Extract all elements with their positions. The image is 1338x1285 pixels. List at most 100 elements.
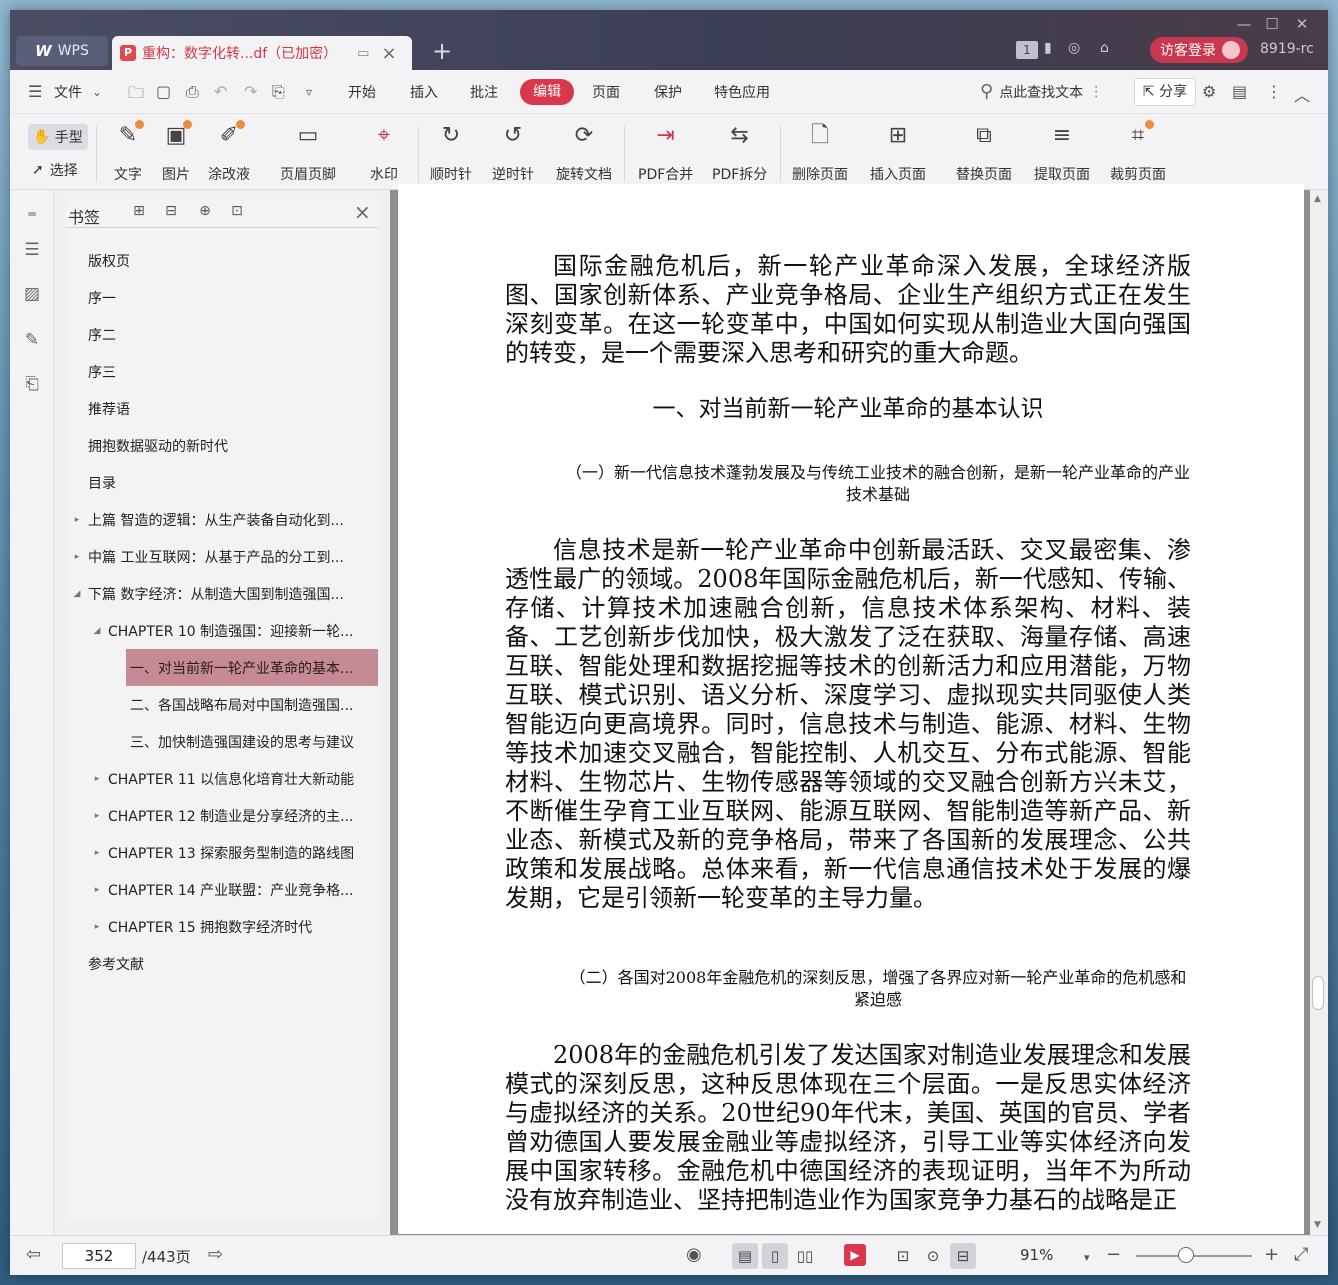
close-panel-icon[interactable]: × [354,200,371,224]
crop-page-tool[interactable]: ⌗ 裁剪页面 [1110,120,1166,184]
pdf-split-tool[interactable]: ⇆ PDF拆分 [712,120,767,184]
bookmark-item[interactable]: 版权页 [66,242,378,279]
expand-all-icon[interactable]: ⊞ [130,202,148,220]
menu-page[interactable]: 页面 [592,82,620,102]
insert-page-tool[interactable]: ⊞ 插入页面 [870,120,926,184]
bookmark-item[interactable]: ▸ 上篇 智造的逻辑：从生产装备自动化到... [66,501,378,538]
watermark-tool[interactable]: ⌖ 水印 [368,120,400,184]
bookmark-item[interactable]: ▸ CHAPTER 14 产业联盟：产业竞争格... [66,871,378,908]
window-count-badge[interactable]: 1 [1016,41,1038,59]
scrollbar-thumb[interactable] [1312,976,1324,1010]
bookmark-item[interactable]: ▸ CHAPTER 11 以信息化培育壮大新动能 [66,760,378,797]
two-page-view-icon[interactable]: ▯▯ [792,1243,818,1269]
search-more-icon[interactable]: ⋮ [1089,84,1103,100]
tab-document[interactable]: P 重构：数字化转...df（已加密） ▭ × [112,36,412,70]
guest-login-button[interactable]: 访客登录 [1150,37,1248,63]
zoom-dropdown-icon[interactable]: ▾ [1084,1248,1090,1268]
bookmark-item[interactable]: ▸ 中篇 工业互联网：从基于产品的分工到... [66,538,378,575]
bookmark-item[interactable]: ▸ CHAPTER 15 拥抱数字经济时代 [66,908,378,945]
actual-size-icon[interactable]: ⊡ [890,1243,916,1269]
export-icon[interactable]: ⎘ [272,82,285,102]
collapse-arrow-icon[interactable]: ◢ [72,589,82,599]
collapse-all-icon[interactable]: ⊟ [162,202,180,220]
bookmark-item[interactable]: ▸ CHAPTER 12 制造业是分享经济的主... [66,797,378,834]
delete-page-tool[interactable]: 🗋 删除页面 [792,120,848,184]
vertical-scrollbar[interactable]: ▲ ▼ [1310,190,1328,1235]
menu-file[interactable]: 文件 [54,82,82,102]
collapse-ribbon-icon[interactable]: ︿ [1294,82,1310,106]
play-slideshow-icon[interactable]: ▶ [844,1244,866,1266]
bookmark-item-selected[interactable]: 一、对当前新一轮产业革命的基本... [126,649,378,686]
rotate-document-tool[interactable]: ⟳ 旋转文档 [556,120,612,184]
pdf-merge-tool[interactable]: ⇥ PDF合并 [638,120,693,184]
single-page-view-icon[interactable]: ▯ [762,1243,788,1269]
zoom-level[interactable]: 91% [1020,1246,1053,1264]
expand-arrow-icon[interactable]: ▸ [92,774,102,784]
fit-width-icon[interactable]: ⊟ [950,1243,976,1269]
bookmark-item[interactable]: ◢ 下篇 数字经济：从制造大国到制造强国... [66,575,378,612]
zoom-out-icon[interactable]: − [1106,1245,1121,1265]
open-folder-icon[interactable]: 🗀 [128,82,144,109]
fit-page-icon[interactable]: ⊙ [920,1243,946,1269]
expand-arrow-icon[interactable]: ▸ [92,811,102,821]
bookmark-item[interactable]: 序三 [66,353,378,390]
bookmark-item[interactable]: 拥抱数据驱动的新时代 [66,427,378,464]
pin-icon[interactable]: ▮ [1044,40,1052,56]
attachment-icon[interactable]: ⎗ [22,374,42,394]
expand-arrow-icon[interactable]: ▸ [72,552,82,562]
rotate-counterclockwise-tool[interactable]: ↺ 逆时针 [492,120,534,184]
more-vertical-icon[interactable]: ⋮ [1266,82,1282,101]
header-footer-tool[interactable]: ▭ 页眉页脚 [280,120,336,184]
bookmark-item[interactable]: 参考文献 [66,945,378,982]
expand-arrow-icon[interactable]: ▸ [92,922,102,932]
document-viewport[interactable]: 国际金融危机后，新一轮产业革命深入发展，全球经济版图、国家创新体系、产业竞争格局… [390,184,1328,1235]
thumbnail-icon[interactable]: ▨ [22,284,42,304]
continuous-view-icon[interactable]: ▤ [732,1243,758,1269]
select-tool-button[interactable]: ➚ 选择 [32,160,78,180]
skin-icon[interactable]: ◎ [1068,40,1080,56]
bookmark-item[interactable]: 三、加快制造强国建设的思考与建议 [66,723,378,760]
new-tab-icon[interactable]: + [432,38,452,64]
message-icon[interactable]: ▤ [1232,82,1247,101]
zoom-slider-track[interactable] [1136,1255,1252,1257]
undo-icon[interactable]: ↶ [214,82,227,101]
drag-handle-icon[interactable]: ═ [22,204,42,224]
scroll-down-icon[interactable]: ▼ [1314,1220,1321,1230]
menu-start[interactable]: 开始 [348,82,376,102]
correction-fluid-tool[interactable]: ✐ 涂改液 [208,120,250,184]
menu-insert[interactable]: 插入 [410,82,438,102]
close-tab-icon[interactable]: × [381,43,396,64]
bookmark-item[interactable]: ▸ CHAPTER 13 探索服务型制造的路线图 [66,834,378,871]
eye-protection-icon[interactable]: ◉ [686,1245,702,1265]
replace-page-tool[interactable]: ⧉ 替换页面 [956,120,1012,184]
monitor-icon[interactable]: ▭ [357,46,369,61]
menu-comment[interactable]: 批注 [470,82,498,102]
more-chevron-icon[interactable]: ▿ [306,85,312,99]
menu-edit[interactable]: 编辑 [520,79,574,105]
expand-arrow-icon[interactable]: ▸ [92,848,102,858]
chevron-down-icon[interactable]: ⌄ [92,85,102,99]
expand-arrow-icon[interactable]: ▸ [72,515,82,525]
text-tool[interactable]: ✎ 文字 [112,120,144,184]
menu-protect[interactable]: 保护 [654,82,682,102]
add-bookmark-icon[interactable]: ⊕ [196,202,214,220]
hand-tool-button[interactable]: ✋ 手型 [28,124,88,150]
hamburger-icon[interactable]: ☰ [28,82,42,101]
bookmark-item[interactable]: 推荐语 [66,390,378,427]
scroll-up-icon[interactable]: ▲ [1314,194,1321,204]
image-tool[interactable]: ▣ 图片 [160,120,192,184]
save-icon[interactable]: ▢ [156,82,171,101]
tab-wps-home[interactable]: W WPS [16,36,108,66]
extract-page-tool[interactable]: ≡ 提取页面 [1034,120,1090,184]
zoom-in-icon[interactable]: + [1264,1245,1279,1265]
close-window-icon[interactable]: ✕ [1290,14,1314,34]
minimize-icon[interactable]: — [1232,14,1256,34]
bookmark-item[interactable]: 序二 [66,316,378,353]
print-icon[interactable]: ⎙ [186,82,199,102]
previous-page-icon[interactable]: ⇦ [26,1245,41,1265]
shirt-icon[interactable]: ⌂ [1100,40,1109,56]
page-number-input[interactable]: 352 [62,1243,136,1269]
bookmark-options-icon[interactable]: ⊡ [228,202,246,220]
maximize-icon[interactable]: ☐ [1260,14,1284,34]
share-button[interactable]: ⇱ 分享 [1134,78,1196,106]
